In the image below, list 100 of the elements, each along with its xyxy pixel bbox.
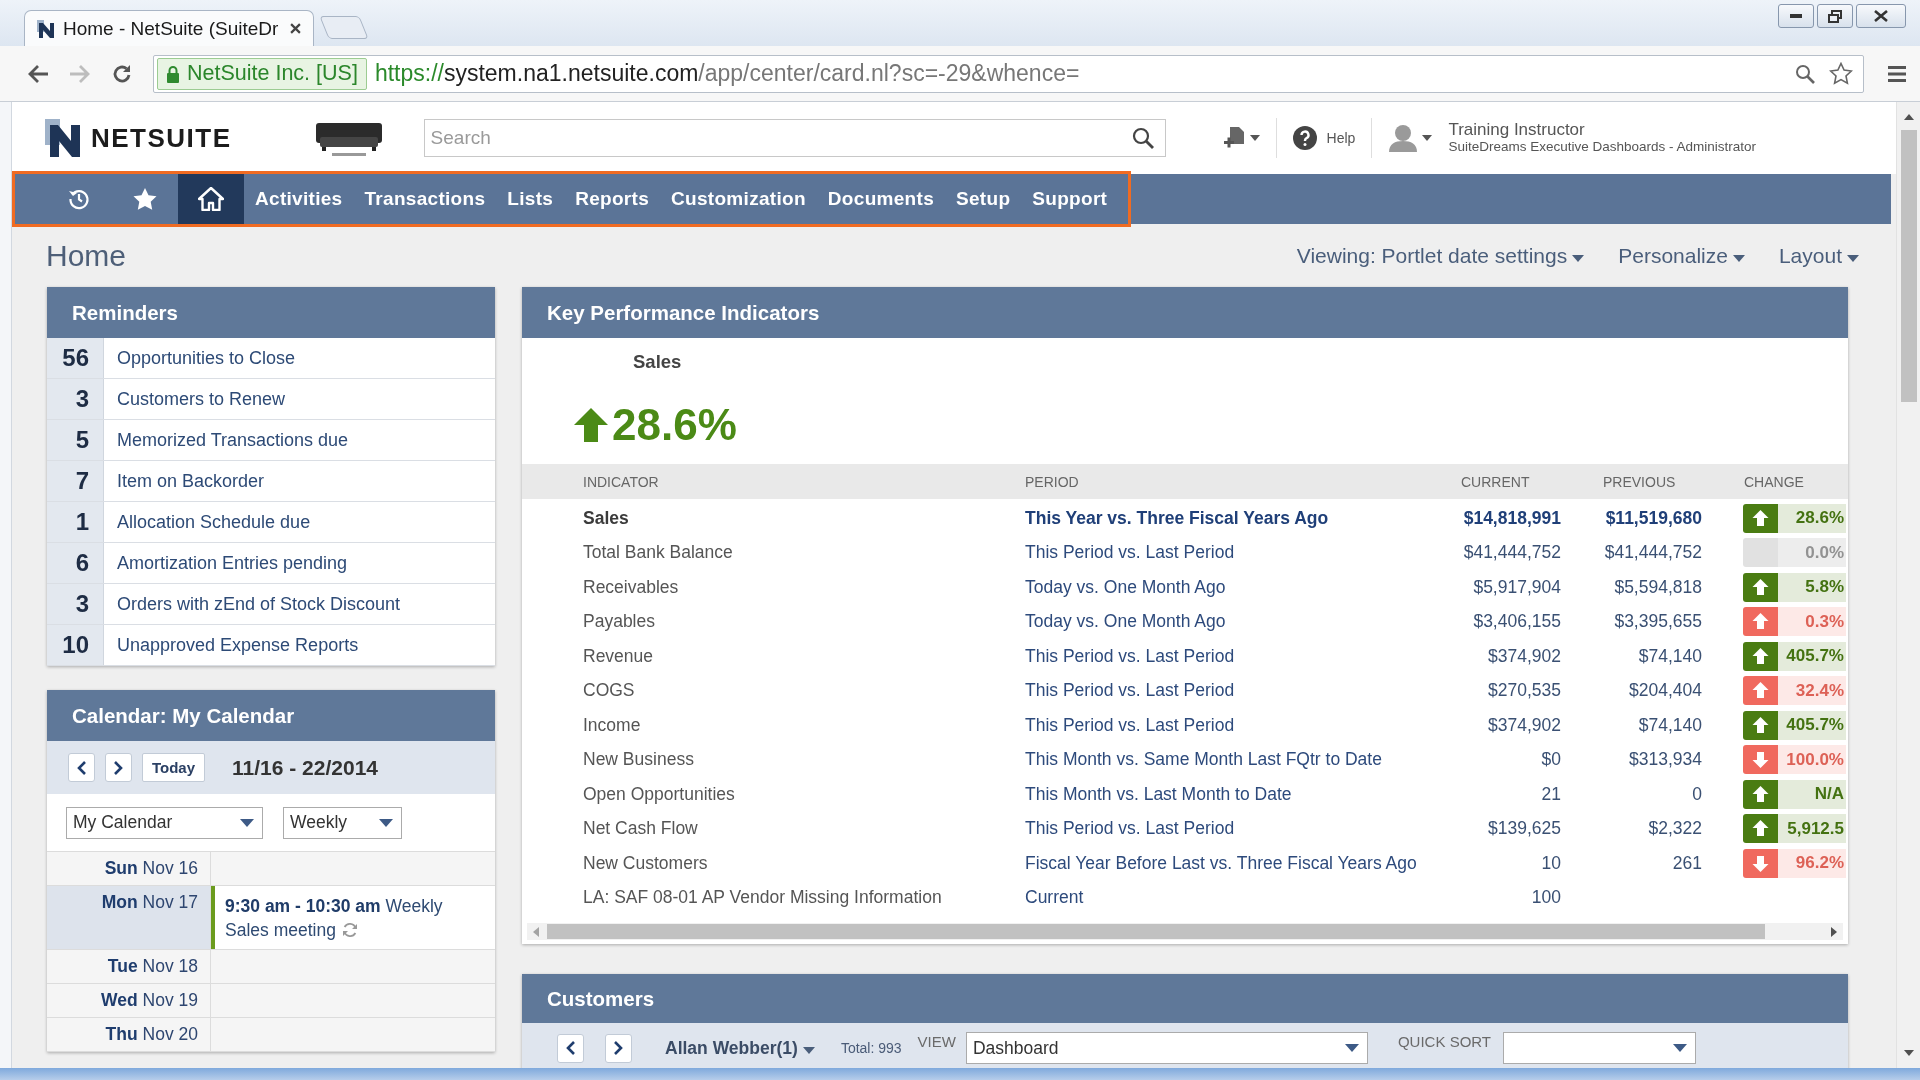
document-plus-icon: [1223, 126, 1246, 150]
table-cell: This Month vs. Same Month Last FQtr to Date: [1025, 749, 1382, 770]
page-menu-link[interactable]: Viewing: Portlet date settings: [1296, 243, 1585, 268]
nav-menu-item[interactable]: Documents: [816, 174, 945, 224]
page-menu-link[interactable]: Personalize: [1618, 243, 1745, 268]
help-link[interactable]: Help: [1292, 126, 1356, 150]
restore-button[interactable]: [1817, 4, 1853, 28]
search-field[interactable]: Search: [423, 119, 1166, 157]
day-label: Sun Nov 16: [47, 852, 211, 885]
calendar-select[interactable]: My Calendar: [66, 806, 263, 839]
table-cell: Revenue: [583, 645, 654, 666]
previous-button[interactable]: [68, 753, 95, 782]
reminder-count: 3: [47, 584, 104, 624]
today-button[interactable]: Today: [142, 753, 206, 782]
reminder-link[interactable]: Customers to Renew: [117, 388, 286, 410]
horizontal-scrollbar[interactable]: [527, 923, 1843, 940]
view-select[interactable]: Weekly: [283, 806, 402, 839]
logo-icon[interactable]: [45, 119, 81, 157]
table-cell: 21: [1541, 783, 1561, 804]
magnifier-icon[interactable]: [1795, 63, 1815, 84]
menu-icon[interactable]: [1888, 65, 1906, 82]
home-button[interactable]: [178, 174, 244, 224]
table-cell: $74,140: [1638, 645, 1702, 666]
table-cell: $11,519,680: [1605, 507, 1702, 528]
scroll-right-icon[interactable]: [1831, 926, 1837, 937]
owner-dropdown[interactable]: Allan Webber(1): [665, 1037, 815, 1059]
table-cell: Fiscal Year Before Last vs. Three Fiscal Years Ago: [1025, 852, 1417, 873]
back-arrow-icon[interactable]: [27, 63, 49, 84]
nav-menu-item[interactable]: Setup: [945, 174, 1022, 224]
new-record-button[interactable]: [1223, 126, 1260, 150]
caret-icon: [1422, 135, 1433, 141]
caret-icon: [1732, 255, 1745, 262]
table-cell: New Customers: [583, 852, 708, 873]
reminder-count: 6: [47, 543, 104, 583]
reminder-link[interactable]: Item on Backorder: [117, 470, 265, 492]
caret-icon: [1673, 1044, 1688, 1052]
close-icon: [1874, 10, 1888, 22]
table-cell: $14,818,991: [1463, 507, 1561, 528]
table-cell: This Period vs. Last Period: [1025, 645, 1235, 666]
portlet-title: Customers: [547, 986, 655, 1011]
kpi-headline-value: 28.6%: [612, 400, 737, 450]
site-info-button[interactable]: NetSuite Inc. [US]: [157, 57, 367, 90]
next-button[interactable]: [105, 753, 132, 782]
reminder-link[interactable]: Amortization Entries pending: [117, 552, 348, 574]
table-cell: $374,902: [1488, 714, 1561, 735]
day-label: Wed Nov 19: [47, 984, 211, 1017]
previous-button[interactable]: [557, 1033, 584, 1063]
close-button[interactable]: [1856, 4, 1906, 28]
star-icon[interactable]: [1829, 62, 1853, 85]
reminder-link[interactable]: Opportunities to Close: [117, 347, 296, 369]
page-menu-link[interactable]: Layout: [1778, 243, 1859, 268]
reminder-link[interactable]: Memorized Transactions due: [117, 429, 349, 451]
vertical-scrollbar[interactable]: [1896, 102, 1920, 1068]
view-select[interactable]: Dashboard: [965, 1032, 1368, 1064]
reminder-link[interactable]: Unapproved Expense Reports: [117, 634, 359, 656]
minimize-button[interactable]: [1778, 4, 1814, 28]
home-icon: [198, 187, 224, 211]
nav-menu-item[interactable]: Lists: [496, 174, 565, 224]
reminder-link[interactable]: Allocation Schedule due: [117, 511, 311, 533]
nav-menu-item[interactable]: Support: [1021, 174, 1119, 224]
search-icon[interactable]: [1131, 127, 1154, 149]
table-cell: Current: [1025, 887, 1084, 908]
table-cell: 0: [1692, 783, 1702, 804]
scrollbar-thumb[interactable]: [1900, 130, 1917, 402]
nav-menu-item[interactable]: Customization: [660, 174, 817, 224]
table-cell: LA: SAF 08-01 AP Vendor Missing Information: [583, 887, 942, 908]
lock-icon: [166, 64, 180, 83]
browser-tab[interactable]: Home - NetSuite (SuiteDr: [24, 10, 314, 46]
table-cell: Total Bank Balance: [583, 542, 733, 563]
scrollbar-thumb[interactable]: [547, 924, 1765, 939]
table-cell: $41,444,752: [1463, 542, 1561, 563]
scroll-down-icon[interactable]: [1903, 1050, 1914, 1056]
close-icon[interactable]: [290, 23, 301, 34]
kpi-headline-label: Sales: [633, 351, 682, 373]
scroll-up-icon[interactable]: [1903, 114, 1914, 120]
nav-menu-item[interactable]: Activities: [244, 174, 354, 224]
table-cell: New Business: [583, 749, 694, 770]
minimize-icon: [1790, 14, 1802, 18]
table-cell: Net Cash Flow: [583, 818, 698, 839]
nav-menu-item[interactable]: Transactions: [353, 174, 497, 224]
table-cell: $5,917,904: [1473, 576, 1561, 597]
user-menu-button[interactable]: [1388, 124, 1433, 152]
day-label: Thu Nov 20: [47, 1018, 211, 1051]
column-header: CHANGE: [1744, 473, 1804, 490]
user-avatar-icon: [1388, 124, 1419, 152]
table-cell: This Month vs. Last Month to Date: [1025, 783, 1292, 804]
chevron-left-icon: [566, 1041, 575, 1055]
reminder-link[interactable]: Orders with zEnd of Stock Discount: [117, 593, 401, 615]
calendar-event[interactable]: 9:30 am - 10:30 am Weekly Sales meeting: [225, 894, 465, 942]
table-cell: $74,140: [1638, 714, 1702, 735]
nav-menu-item[interactable]: Reports: [564, 174, 661, 224]
next-button[interactable]: [605, 1033, 632, 1063]
restore-icon: [1828, 9, 1842, 23]
table-cell: This Period vs. Last Period: [1025, 714, 1235, 735]
logo-text[interactable]: NETSUITE: [91, 122, 232, 154]
caret-icon: [240, 818, 254, 827]
event-indicator-bar: [211, 886, 215, 949]
star-icon: [133, 187, 157, 211]
address-bar[interactable]: NetSuite Inc. [US] https://system.na1.netsuite.com/app/center/card.nl?sc=-29&whence=: [153, 54, 1864, 93]
table-cell: This Period vs. Last Period: [1025, 818, 1235, 839]
